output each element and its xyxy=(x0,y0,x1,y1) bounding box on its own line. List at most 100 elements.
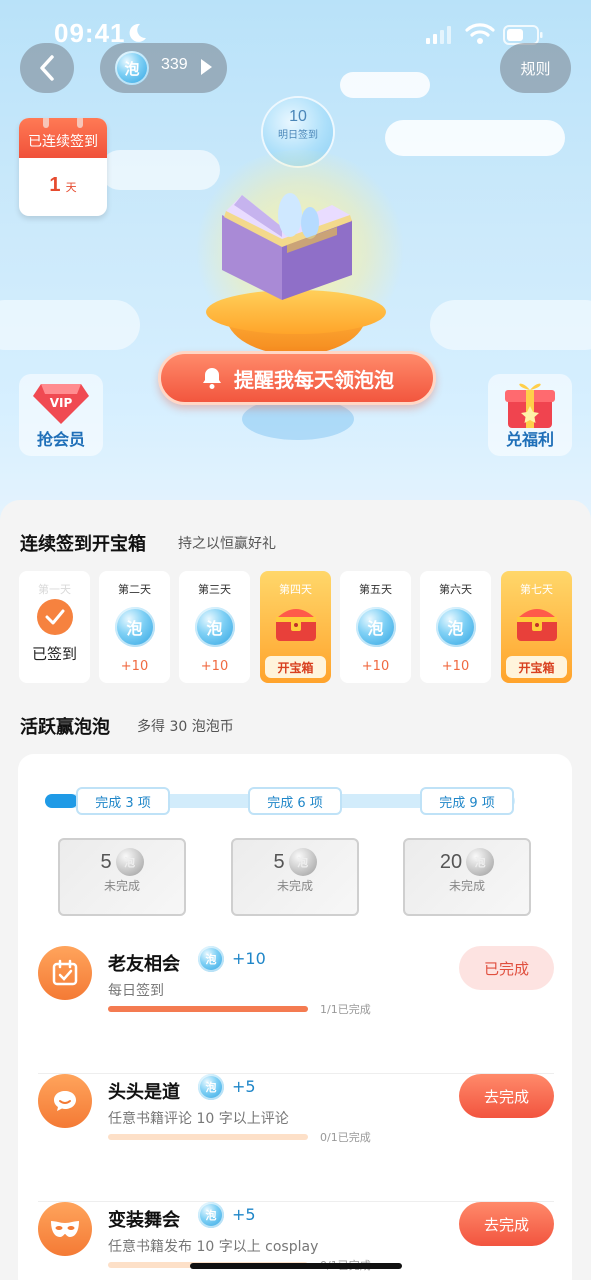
day-card-6[interactable]: 第六天 泡 +10 xyxy=(420,571,491,683)
tomorrow-amount: 10 xyxy=(289,108,307,125)
task-row: 头头是道 泡 +5 任意书籍评论 10 字以上评论 0/1已完成 去完成 xyxy=(38,1074,554,1202)
bubble-coin-icon: 泡 xyxy=(198,1202,224,1228)
active-section-subtitle: 多得 30 泡泡币 xyxy=(137,719,234,735)
milestone-2: 完成 6 项 xyxy=(248,787,342,815)
bubble-coin-icon: 泡 xyxy=(435,607,476,647)
milestone-1: 完成 3 项 xyxy=(76,787,170,815)
cloud-decoration xyxy=(0,300,140,350)
task-name: 老友相会 xyxy=(108,954,180,975)
gift-card[interactable]: 兑福利 xyxy=(488,374,572,456)
check-icon xyxy=(36,599,73,635)
remind-me-label: 提醒我每天领泡泡 xyxy=(234,367,394,392)
reward-amount: 20 xyxy=(439,850,463,873)
reward-amount: 5 xyxy=(273,850,285,873)
status-bar: 09:41 xyxy=(0,0,591,48)
open-chest-label: 开宝箱 xyxy=(506,656,567,678)
reward-box-3[interactable]: 20 泡 未完成 xyxy=(403,838,531,916)
home-indicator xyxy=(190,1263,402,1269)
day-points: +10 xyxy=(361,659,390,674)
open-chest-label: 开宝箱 xyxy=(265,656,326,678)
task-progress-bar xyxy=(108,1006,308,1012)
vip-badge-text: VIP xyxy=(50,396,73,410)
day-card-5[interactable]: 第五天 泡 +10 xyxy=(340,571,411,683)
balance-amount: 339 xyxy=(161,56,188,73)
bubble-coin-icon: 泡 xyxy=(114,607,155,647)
bubble-coin-icon: 泡 xyxy=(198,1074,224,1100)
moon-icon xyxy=(129,23,146,42)
vip-diamond-icon: VIP xyxy=(33,384,89,424)
task-row: 老友相会 泡 +10 每日签到 1/1已完成 已完成 xyxy=(38,946,554,1074)
open-book-icon xyxy=(222,193,352,300)
streak-label: 已连续签到 xyxy=(19,118,107,158)
task-name: 变装舞会 xyxy=(108,1210,180,1231)
cloud-decoration xyxy=(100,150,220,190)
task-points: +5 xyxy=(232,1205,256,1224)
chevron-left-icon xyxy=(40,55,54,81)
cloud-decoration xyxy=(385,120,565,156)
streak-unit: 天 xyxy=(65,181,77,194)
day-card-7[interactable]: 第七天 开宝箱 xyxy=(501,571,572,683)
streak-section-title: 连续签到开宝箱 xyxy=(20,534,146,555)
day-card-3[interactable]: 第三天 泡 +10 xyxy=(179,571,250,683)
signed-label: 已签到 xyxy=(31,645,77,663)
day-card-2[interactable]: 第二天 泡 +10 xyxy=(99,571,170,683)
day-name: 第一天 xyxy=(38,583,71,596)
task-go-button[interactable]: 去完成 xyxy=(459,1074,554,1118)
battery-icon xyxy=(503,25,543,45)
bubble-coin-icon: 泡 xyxy=(198,946,224,972)
day-name: 第四天 xyxy=(279,583,312,596)
day-card-1[interactable]: 第一天 已签到 xyxy=(19,571,90,683)
day-card-4[interactable]: 第四天 开宝箱 xyxy=(260,571,331,683)
play-arrow-icon[interactable] xyxy=(201,59,212,75)
day-name: 第二天 xyxy=(118,583,151,596)
reward-status: 未完成 xyxy=(448,879,485,893)
back-button[interactable] xyxy=(20,43,74,93)
grey-coin-icon: 泡 xyxy=(288,848,317,876)
tomorrow-label: 明日签到 xyxy=(278,130,318,141)
task-go-button[interactable]: 去完成 xyxy=(459,1202,554,1246)
reward-status: 未完成 xyxy=(276,879,313,893)
rules-button[interactable]: 规则 xyxy=(500,43,571,93)
task-done-button[interactable]: 已完成 xyxy=(459,946,554,990)
task-progress-bar xyxy=(108,1134,308,1140)
day-name: 第五天 xyxy=(359,583,392,596)
vip-card[interactable]: VIP 抢会员 xyxy=(19,374,103,456)
reward-amount: 5 xyxy=(100,850,112,873)
grey-coin-icon: 泡 xyxy=(466,848,495,876)
task-desc: 任意书籍评论 10 字以上评论 xyxy=(108,1111,289,1127)
vip-label: 抢会员 xyxy=(36,430,85,449)
task-name: 头头是道 xyxy=(108,1082,180,1103)
gift-box-icon xyxy=(505,383,555,428)
wifi-icon xyxy=(465,23,495,44)
streak-calendar: 已连续签到 1 天 xyxy=(19,118,107,216)
cloud-decoration xyxy=(340,72,430,98)
signal-icon xyxy=(426,26,451,44)
gift-label: 兑福利 xyxy=(505,430,554,449)
calendar-check-icon xyxy=(38,946,92,1000)
task-points: +10 xyxy=(232,949,266,968)
day-name: 第三天 xyxy=(198,583,231,596)
bubble-coin-icon: 泡 xyxy=(194,607,235,647)
milestone-3: 完成 9 项 xyxy=(420,787,514,815)
task-desc: 每日签到 xyxy=(108,983,164,999)
streak-section-subtitle: 持之以恒赢好礼 xyxy=(178,536,276,552)
remind-me-button[interactable]: 提醒我每天领泡泡 xyxy=(158,351,436,405)
day-points: +10 xyxy=(200,659,229,674)
reward-box-1[interactable]: 5泡 未完成 xyxy=(58,838,186,916)
chat-bubble-icon xyxy=(38,1074,92,1128)
task-points: +5 xyxy=(232,1077,256,1096)
calendar-ring xyxy=(77,118,83,128)
day-name: 第六天 xyxy=(439,583,472,596)
bubble-coin-icon: 泡 xyxy=(115,51,149,85)
day-points: +10 xyxy=(441,659,470,674)
reward-status: 未完成 xyxy=(103,879,140,893)
reward-box-2[interactable]: 5泡 未完成 xyxy=(231,838,359,916)
bubble-coin-icon: 泡 xyxy=(355,607,396,647)
calendar-ring xyxy=(43,118,49,128)
task-progress-fill xyxy=(108,1006,308,1012)
cloud-decoration xyxy=(430,300,591,350)
day-name: 第七天 xyxy=(520,583,553,596)
bell-icon xyxy=(203,368,221,389)
streak-days: 1 xyxy=(49,174,61,196)
grey-coin-icon: 泡 xyxy=(115,848,144,876)
